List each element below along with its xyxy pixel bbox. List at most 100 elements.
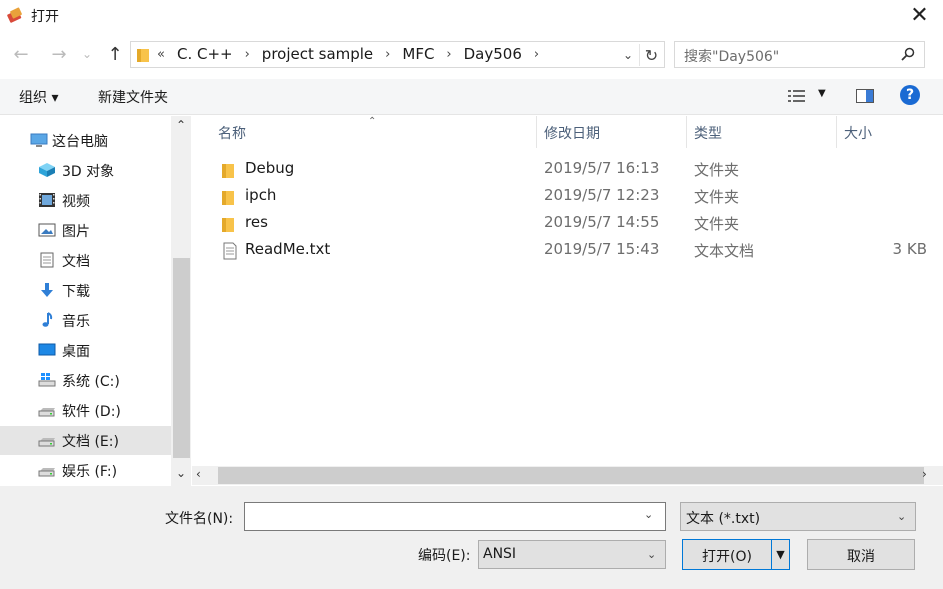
- open-button[interactable]: 打开(O) ▼: [682, 539, 790, 570]
- windows-drive-icon: [38, 372, 56, 388]
- video-icon: [38, 192, 56, 208]
- chevron-right-icon[interactable]: ›: [524, 47, 549, 62]
- column-divider[interactable]: [836, 116, 837, 148]
- sidebar-item[interactable]: 文档: [0, 246, 171, 275]
- organize-menu[interactable]: 组织 ▾: [19, 87, 58, 107]
- drive-icon: [38, 462, 56, 478]
- encoding-select[interactable]: ANSI ⌄: [478, 540, 666, 569]
- file-type-select[interactable]: 文本 (*.txt) ⌄: [680, 502, 916, 531]
- cube-icon: [38, 162, 56, 178]
- folder-icon: [222, 188, 236, 210]
- cancel-button[interactable]: 取消: [807, 539, 915, 570]
- chevron-down-icon[interactable]: ⌄: [644, 508, 653, 521]
- back-button[interactable]: ←: [9, 42, 33, 66]
- sidebar-item[interactable]: 下载: [0, 276, 171, 305]
- up-button[interactable]: ↑: [103, 42, 127, 66]
- refresh-button[interactable]: ↻: [639, 44, 663, 66]
- file-row[interactable]: ReadMe.txt 2019/5/7 15:43 文本文档 3 KB: [212, 237, 932, 264]
- column-header-modified[interactable]: 修改日期: [544, 123, 600, 143]
- file-name: ipch: [245, 186, 277, 204]
- column-header-type[interactable]: 类型: [694, 123, 722, 143]
- arrow-right-icon: →: [51, 43, 67, 65]
- column-header-name[interactable]: 名称: [218, 123, 246, 143]
- sidebar-item[interactable]: 桌面: [0, 336, 171, 365]
- sort-ascending-icon: ⌃: [368, 116, 377, 127]
- help-icon[interactable]: ?: [900, 85, 920, 105]
- sidebar-item[interactable]: 文档 (E:): [0, 426, 171, 455]
- breadcrumb-overflow[interactable]: «: [157, 47, 175, 62]
- text-file-icon: [222, 242, 238, 264]
- file-type: 文件夹: [694, 215, 740, 233]
- scroll-right-icon[interactable]: ›: [922, 467, 927, 481]
- sidebar-item-label: 下载: [62, 284, 90, 300]
- breadcrumb-item[interactable]: project sample: [260, 45, 375, 63]
- sidebar-item[interactable]: 系统 (C:): [0, 366, 171, 395]
- scroll-up-icon[interactable]: ⌃: [171, 118, 191, 132]
- chevron-down-icon: ⌄: [622, 48, 634, 62]
- address-history-button[interactable]: ⌄: [617, 44, 639, 66]
- column-divider[interactable]: [536, 116, 537, 148]
- title-bar: 打开 ✕: [0, 0, 943, 32]
- app-icon: [7, 7, 22, 23]
- chevron-right-icon[interactable]: ›: [375, 47, 400, 62]
- file-row[interactable]: res 2019/5/7 14:55 文件夹: [212, 210, 932, 237]
- sidebar-item[interactable]: 软件 (D:): [0, 396, 171, 425]
- sidebar-item-label: 视频: [62, 194, 90, 210]
- sidebar-item-label: 这台电脑: [52, 134, 108, 150]
- breadcrumb-item[interactable]: C. C++: [175, 45, 235, 63]
- chevron-down-icon: ⌄: [647, 548, 657, 561]
- sidebar-item-label: 娱乐 (F:): [62, 464, 118, 480]
- horizontal-scroll-thumb[interactable]: [218, 467, 924, 484]
- sidebar-item[interactable]: 娱乐 (F:): [0, 456, 171, 485]
- open-options-dropdown[interactable]: ▼: [772, 540, 789, 569]
- sidebar-item[interactable]: 音乐: [0, 306, 171, 335]
- music-icon: [38, 312, 56, 328]
- sidebar-item-label: 桌面: [62, 344, 90, 360]
- chevron-down-icon: ⌄: [897, 510, 907, 523]
- chevron-right-icon[interactable]: ›: [235, 47, 260, 62]
- chevron-right-icon[interactable]: ›: [436, 47, 461, 62]
- preview-pane-icon[interactable]: [856, 88, 874, 104]
- caret-down-icon: ▼: [776, 548, 785, 561]
- column-header-size[interactable]: 大小: [844, 123, 872, 143]
- recent-locations-button[interactable]: ⌄: [78, 42, 96, 66]
- address-bar[interactable]: « C. C++ › project sample › MFC › Day506…: [130, 41, 665, 68]
- sidebar-item[interactable]: 这台电脑: [0, 126, 171, 155]
- forward-button[interactable]: →: [47, 42, 71, 66]
- picture-icon: [38, 222, 56, 238]
- sidebar-item-label: 3D 对象: [62, 164, 115, 180]
- file-row[interactable]: ipch 2019/5/7 12:23 文件夹: [212, 183, 932, 210]
- file-name: Debug: [245, 159, 295, 177]
- chevron-down-icon: ⌄: [81, 47, 93, 61]
- sidebar-item[interactable]: 图片: [0, 216, 171, 245]
- view-dropdown-icon[interactable]: ▼: [818, 88, 826, 99]
- sidebar-item-label: 文档: [62, 254, 90, 270]
- view-options-icon[interactable]: [787, 88, 807, 104]
- sidebar-item[interactable]: 3D 对象: [0, 156, 171, 185]
- arrow-up-icon: ↑: [107, 43, 123, 65]
- download-icon: [38, 282, 56, 298]
- search-input[interactable]: 搜索"Day506": [674, 41, 925, 68]
- breadcrumb-item[interactable]: MFC: [400, 45, 436, 63]
- sidebar-scroll-thumb[interactable]: [173, 258, 190, 458]
- breadcrumb-item[interactable]: Day506: [462, 45, 524, 63]
- document-icon: [38, 252, 56, 268]
- scroll-left-icon[interactable]: ‹: [196, 467, 201, 481]
- new-folder-button[interactable]: 新建文件夹: [98, 87, 168, 107]
- scroll-down-icon[interactable]: ⌄: [171, 466, 191, 480]
- window-title: 打开: [31, 9, 59, 25]
- file-modified: 2019/5/7 14:55: [544, 213, 660, 231]
- sidebar-item[interactable]: 视频: [0, 186, 171, 215]
- file-row[interactable]: Debug 2019/5/7 16:13 文件夹: [212, 156, 932, 183]
- file-name: ReadMe.txt: [245, 240, 331, 258]
- command-bar: 组织 ▾ 新建文件夹 ▼ ?: [0, 79, 943, 115]
- file-modified: 2019/5/7 16:13: [544, 159, 660, 177]
- filename-input[interactable]: [244, 502, 666, 531]
- file-type: 文件夹: [694, 161, 740, 179]
- sidebar-item-label: 软件 (D:): [62, 404, 121, 420]
- file-modified: 2019/5/7 15:43: [544, 240, 660, 258]
- column-divider[interactable]: [686, 116, 687, 148]
- close-button[interactable]: ✕: [896, 0, 943, 30]
- folder-icon: [222, 161, 236, 183]
- file-list: 名称 ⌃ 修改日期 类型 大小 Debug 2019/5/7 16:13 文件夹 ip…: [192, 116, 943, 466]
